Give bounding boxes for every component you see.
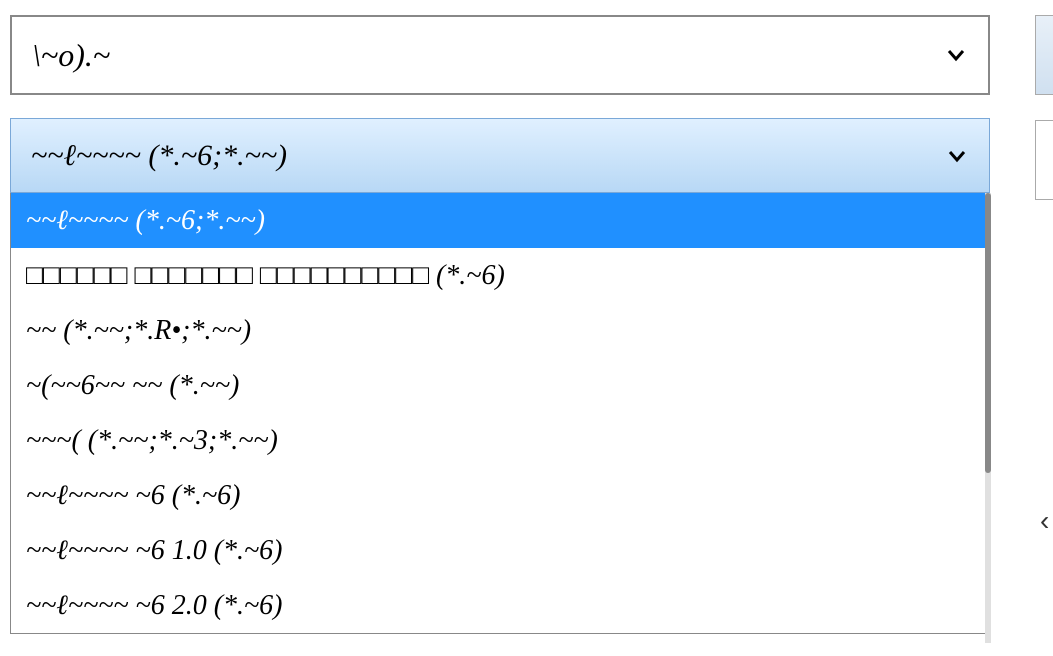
dropdown-item-label: ~~~( (*.~~;*.~3;*.~~) <box>26 425 278 457</box>
chevron-down-icon <box>945 144 969 168</box>
dropdown-item-label: ~~ℓ~~~~ (*.~6;*.~~) <box>26 205 265 237</box>
chevron-left-icon: ‹ <box>1040 505 1049 537</box>
dropdown-item-label: □□□□□□ □□□□□□□ □□□□□□□□□□ (*.~6) <box>26 260 505 292</box>
scrollbar-thumb[interactable] <box>985 193 991 473</box>
dropdown-item-label: ~~ (*.~~;*.R•;*.~~) <box>26 315 251 347</box>
side-panel-1[interactable] <box>1035 15 1053 95</box>
side-panel-2[interactable] <box>1035 120 1053 200</box>
dropdown-item[interactable]: ~~ℓ~~~~ ~6 2.0 (*.~6) <box>11 578 989 633</box>
file-type-dropdown-header[interactable]: ~~ℓ~~~~ (*.~6;*.~~) <box>10 118 990 193</box>
file-type-dropdown-list: ~~ℓ~~~~ (*.~6;*.~~) □□□□□□ □□□□□□□ □□□□□… <box>10 193 990 634</box>
scrollbar-track[interactable] <box>985 193 991 643</box>
dropdown-header-label: ~~ℓ~~~~ (*.~6;*.~~) <box>31 139 287 173</box>
dropdown-item[interactable]: ~~ℓ~~~~ ~6 1.0 (*.~6) <box>11 523 989 578</box>
dropdown-item[interactable]: ~(~~6~~ ~~ (*.~~) <box>11 358 989 413</box>
dropdown-item[interactable]: ~~ (*.~~;*.R•;*.~~) <box>11 303 989 358</box>
collapsed-dropdown-label: \~o).~ <box>32 37 110 74</box>
dropdown-item[interactable]: ~~~( (*.~~;*.~3;*.~~) <box>11 413 989 468</box>
dropdown-item[interactable]: □□□□□□ □□□□□□□ □□□□□□□□□□ (*.~6) <box>11 248 989 303</box>
dropdown-item-label: ~~ℓ~~~~ ~6 2.0 (*.~6) <box>26 590 283 622</box>
dropdown-item-label: ~~ℓ~~~~ ~6 (*.~6) <box>26 480 241 512</box>
dropdown-item[interactable]: ~~ℓ~~~~ (*.~6;*.~~) <box>11 193 989 248</box>
dropdown-item-label: ~(~~6~~ ~~ (*.~~) <box>26 370 239 402</box>
dropdown-item-label: ~~ℓ~~~~ ~6 1.0 (*.~6) <box>26 535 283 567</box>
file-type-dropdown-collapsed[interactable]: \~o).~ <box>10 15 990 95</box>
chevron-down-icon <box>944 43 968 67</box>
dropdown-item[interactable]: ~~ℓ~~~~ ~6 (*.~6) <box>11 468 989 523</box>
